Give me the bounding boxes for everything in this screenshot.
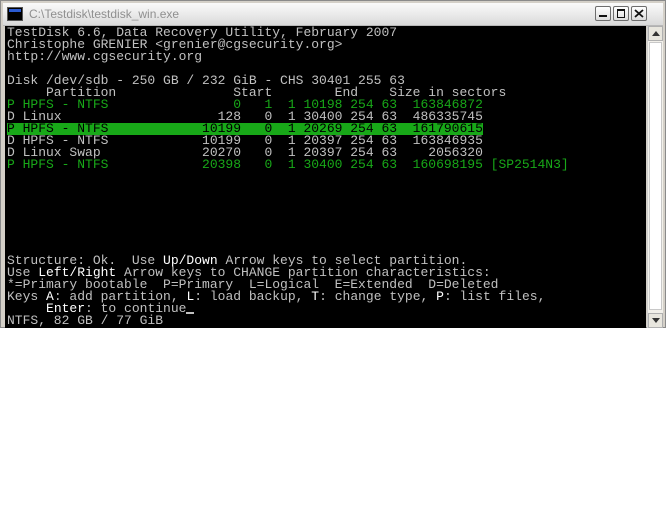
scroll-down-icon[interactable] [648, 313, 663, 328]
header-line: http://www.cgsecurity.org [7, 49, 203, 64]
vertical-scrollbar[interactable] [647, 26, 663, 328]
close-icon[interactable] [631, 6, 647, 21]
maximize-icon[interactable] [613, 6, 629, 21]
console-app-icon[interactable] [7, 7, 23, 21]
title-bar[interactable]: C:\Testdisk\testdisk_win.exe [3, 3, 663, 26]
scrollbar-thumb[interactable] [649, 42, 662, 310]
status-line: NTFS, 82 GB / 77 GiB [7, 313, 164, 328]
help-key: P [436, 289, 444, 304]
window-title: C:\Testdisk\testdisk_win.exe [29, 7, 180, 21]
help-text: : load backup, [194, 289, 312, 304]
console-window: C:\Testdisk\testdisk_win.exe TestDisk 6.… [0, 0, 666, 328]
partition-row[interactable]: P HPFS - NTFS 20398 0 1 30400 254 63 160… [7, 158, 569, 171]
scroll-up-icon[interactable] [648, 26, 663, 41]
console-output[interactable]: TestDisk 6.6, Data Recovery Utility, Feb… [5, 26, 646, 328]
help-text: : change type, [319, 289, 437, 304]
text-cursor [186, 312, 195, 314]
help-key: T [311, 289, 320, 304]
help-text: : list files, [443, 289, 546, 304]
minimize-icon[interactable] [595, 6, 611, 21]
